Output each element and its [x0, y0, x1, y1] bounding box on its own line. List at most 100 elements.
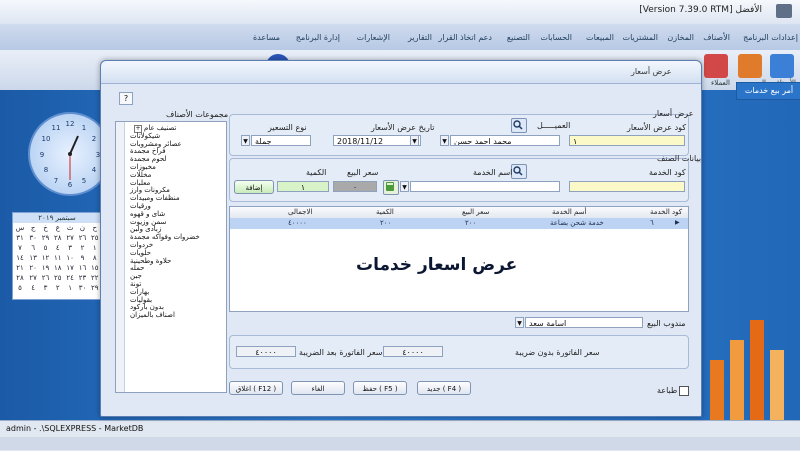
menu-reports[interactable]: التقارير	[408, 33, 432, 42]
quote-dialog: عرض أسعار ? مجموعات الأصناف + تصنيف عام …	[100, 60, 702, 417]
customers-ribbon-icon[interactable]	[704, 54, 728, 78]
calendar-widget: سبتمبر ٢٠١٩ س ج خ ع ث ن ح ٣١ ٣٠ ٢٩ ٢٨ ٢٧ ٢٦ ٢٥…	[12, 212, 102, 300]
quote-date-field[interactable]: 2018/11/12	[333, 135, 421, 146]
calendar-day[interactable]: ٣٠	[27, 233, 39, 243]
pricing-type-field[interactable]: جملة	[251, 135, 311, 146]
grid-col-service-code[interactable]: كود الخدمة	[650, 208, 682, 216]
items-ribbon-icon[interactable]	[770, 54, 794, 78]
row-quantity: ٢٠٠	[380, 219, 392, 227]
groups-tree[interactable]: + تصنيف عام شيكولاتات عصائر ومشروبات فرا…	[115, 121, 227, 393]
quote-section-legend: عرض أسعار	[653, 109, 694, 118]
calendar-day[interactable]: ٤	[27, 283, 39, 293]
calendar-day[interactable]: ٢٥	[52, 273, 64, 283]
calendar-day[interactable]: ١٩	[39, 263, 51, 273]
calendar-day[interactable]: ٢٩	[39, 233, 51, 243]
calendar-day[interactable]: ٢٧	[64, 233, 76, 243]
calendar-day[interactable]: ٢	[76, 243, 88, 253]
price-field[interactable]: ٠	[333, 181, 377, 192]
totals-section	[229, 335, 689, 369]
close-button[interactable]: اغلاق ( F12 )	[229, 381, 283, 395]
dialog-title: عرض أسعار	[631, 67, 672, 76]
menu-help[interactable]: مساعدة	[253, 33, 280, 42]
menu-notifications[interactable]: الإشعارات	[357, 33, 390, 42]
calendar-day[interactable]: ٢١	[13, 263, 27, 273]
calendar-day[interactable]: ١٣	[27, 253, 39, 263]
new-button[interactable]: جديد ( F4 )	[417, 381, 471, 395]
calendar-day[interactable]: ٣	[39, 283, 51, 293]
menu-manufacturing[interactable]: التصنيع	[507, 33, 530, 42]
group-item[interactable]: اصناف بالميزان	[130, 311, 200, 320]
calendar-day[interactable]: ٢٤	[64, 273, 76, 283]
calendar-day[interactable]: ١٠	[64, 253, 76, 263]
calendar-day[interactable]: ١٢	[39, 253, 51, 263]
cancel-button[interactable]: الغاء	[291, 381, 345, 395]
grid-col-price[interactable]: سعر البيع	[462, 208, 489, 216]
table-row[interactable]: ▶ ٦ خدمة شحن بضاعة ٢٠٠ ٢٠٠ ٤٠٠٠٠	[230, 218, 688, 229]
calendar-day[interactable]: ٢٠	[27, 263, 39, 273]
calendar-day[interactable]: ٥	[13, 283, 27, 293]
help-button[interactable]: ?	[119, 92, 133, 105]
calendar-day[interactable]: ١٦	[76, 263, 88, 273]
add-button[interactable]: إضافة	[234, 180, 274, 194]
calendar-day[interactable]: ٢٧	[27, 273, 39, 283]
save-button[interactable]: حفظ ( F5 )	[353, 381, 407, 395]
calendar-day[interactable]: ٣٠	[76, 283, 88, 293]
calendar-day[interactable]: ٦	[27, 243, 39, 253]
service-dropdown-icon[interactable]: ▼	[400, 181, 409, 192]
print-checkbox[interactable]	[679, 386, 689, 396]
quantity-field[interactable]: ١	[277, 181, 329, 192]
svg-text:10: 10	[42, 135, 51, 143]
service-code-field[interactable]	[569, 181, 685, 192]
calendar-day[interactable]: ٣١	[13, 233, 27, 243]
menu-stores[interactable]: المخازن	[667, 33, 694, 42]
menu-items[interactable]: الأصناف	[703, 33, 730, 42]
sales-rep-label: مندوب البيع	[647, 319, 686, 328]
calendar-day[interactable]: ٣	[64, 243, 76, 253]
calendar-day[interactable]: ١٧	[64, 263, 76, 273]
calendar-day[interactable]: ٢٨	[52, 233, 64, 243]
calendar-day-header: ع	[55, 224, 60, 232]
sales-rep-field[interactable]: اسامة سعد	[525, 317, 643, 328]
suppliers-ribbon-icon[interactable]	[738, 54, 762, 78]
calendar-day[interactable]: ٤	[52, 243, 64, 253]
calendar-day[interactable]: ٥	[39, 243, 51, 253]
calendar-day[interactable]: ٢٦	[76, 233, 88, 243]
grid-col-total[interactable]: الاجمالى	[288, 208, 312, 216]
calendar-day[interactable]: ٢	[52, 283, 64, 293]
row-service-name: خدمة شحن بضاعة	[550, 219, 604, 227]
quote-code-field[interactable]: ١	[569, 135, 685, 146]
service-name-field[interactable]	[410, 181, 560, 192]
calc-button[interactable]	[383, 180, 399, 195]
calendar-day[interactable]: ٢٣	[76, 273, 88, 283]
calendar-day[interactable]: ١١	[52, 253, 64, 263]
menu-sales[interactable]: المبيعات	[586, 33, 614, 42]
grid-col-quantity[interactable]: الكمية	[376, 208, 394, 216]
menu-purchases[interactable]: المشتريات	[623, 33, 658, 42]
calendar-day[interactable]: ١٤	[13, 253, 27, 263]
menu-settings[interactable]: إعدادات البرنامج	[743, 33, 798, 42]
date-picker-icon[interactable]: ▼	[410, 135, 419, 146]
pricing-dropdown-icon[interactable]: ▼	[241, 135, 250, 146]
groups-scrollbar[interactable]	[116, 122, 125, 392]
groups-list: تصنيف عام شيكولاتات عصائر ومشروبات فراخ …	[130, 124, 200, 320]
customer-dropdown-icon[interactable]: ▼	[440, 135, 449, 146]
grid-col-service-name[interactable]: أسم الخدمة	[552, 208, 586, 216]
tab-service-sales-order[interactable]: أمر بيع خدمات	[736, 82, 800, 100]
calendar-day[interactable]: ١٨	[52, 263, 64, 273]
calendar-day[interactable]: ٧	[13, 243, 27, 253]
menu-admin[interactable]: إدارة البرنامج	[296, 33, 340, 42]
calendar-day[interactable]: ٩	[76, 253, 88, 263]
calculator-icon	[386, 182, 394, 191]
customer-field[interactable]: محمد احمد حسن	[450, 135, 560, 146]
pricing-type-label: نوع التسعير	[268, 123, 307, 132]
svg-text:4: 4	[92, 166, 97, 174]
calendar-day[interactable]: ٢٦	[39, 273, 51, 283]
sales-rep-dropdown-icon[interactable]: ▼	[515, 317, 524, 328]
customer-search-button[interactable]	[511, 118, 527, 133]
calendar-day[interactable]: ٢٨	[13, 273, 27, 283]
service-search-button[interactable]	[511, 164, 527, 179]
menu-accounts[interactable]: الحسابات	[540, 33, 572, 42]
svg-text:9: 9	[40, 151, 44, 159]
calendar-day[interactable]: ١	[64, 283, 76, 293]
menu-decision-support[interactable]: دعم اتخاذ القرار	[438, 33, 492, 42]
